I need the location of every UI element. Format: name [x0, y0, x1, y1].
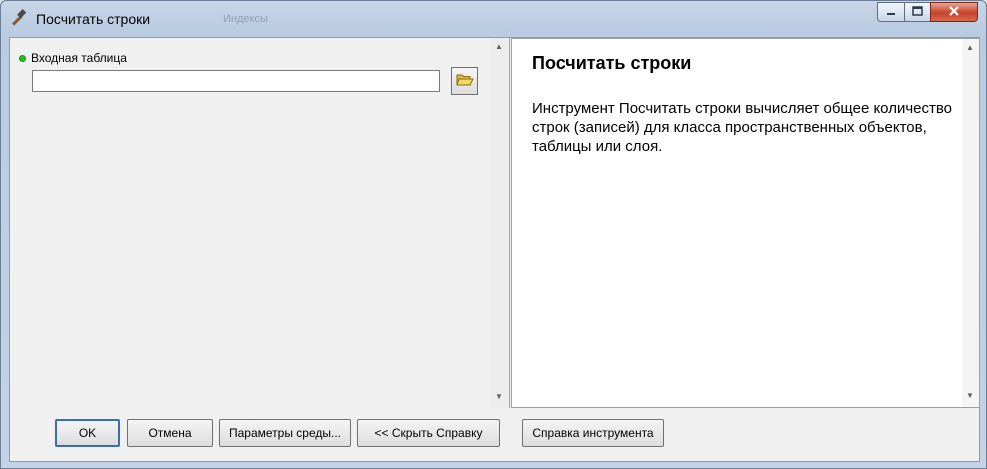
close-button[interactable]	[930, 2, 978, 22]
input-table-field[interactable]	[32, 70, 440, 92]
window-title: Посчитать строки	[36, 11, 151, 27]
help-title: Посчитать строки	[532, 53, 692, 73]
help-pane: Посчитать строки Инструмент Посчитать ст…	[511, 38, 980, 408]
minimize-button[interactable]	[877, 2, 904, 22]
parameters-pane: Входная таблица ▲ ▼	[10, 38, 510, 408]
tool-dialog-window: Посчитать строки Индексы Входная таблица…	[0, 0, 987, 469]
background-window-text: Индексы	[223, 13, 268, 25]
help-description: Инструмент Посчитать строки вычисляет об…	[532, 100, 952, 155]
scroll-down-icon[interactable]: ▼	[966, 391, 974, 400]
input-table-label-text: Входная таблица	[31, 51, 127, 65]
close-icon	[948, 5, 960, 20]
environment-settings-button[interactable]: Параметры среды...	[219, 419, 351, 447]
maximize-button[interactable]	[904, 2, 930, 22]
open-folder-icon	[455, 72, 474, 91]
required-indicator-icon	[19, 54, 26, 62]
title-bar[interactable]: Посчитать строки Индексы	[1, 1, 986, 37]
scroll-down-icon[interactable]: ▼	[495, 392, 503, 401]
parameters-scrollbar[interactable]: ▲ ▼	[491, 38, 508, 408]
tool-help-button[interactable]: Справка инструмента	[522, 419, 664, 447]
scroll-up-icon[interactable]: ▲	[966, 43, 974, 52]
input-table-label: Входная таблица	[19, 51, 127, 65]
hammer-icon	[9, 9, 29, 29]
ok-button[interactable]: OK	[55, 419, 120, 447]
caption-buttons	[877, 2, 978, 24]
help-scrollbar[interactable]: ▲ ▼	[962, 39, 979, 407]
cancel-button[interactable]: Отмена	[127, 419, 213, 447]
hide-help-button[interactable]: << Скрыть Справку	[357, 419, 500, 447]
minimize-icon	[886, 5, 896, 19]
browse-button[interactable]	[451, 67, 478, 95]
maximize-icon	[912, 5, 923, 19]
scroll-up-icon[interactable]: ▲	[495, 42, 503, 51]
dialog-client-area: Входная таблица ▲ ▼ Посчитать строки Инс…	[9, 37, 980, 462]
